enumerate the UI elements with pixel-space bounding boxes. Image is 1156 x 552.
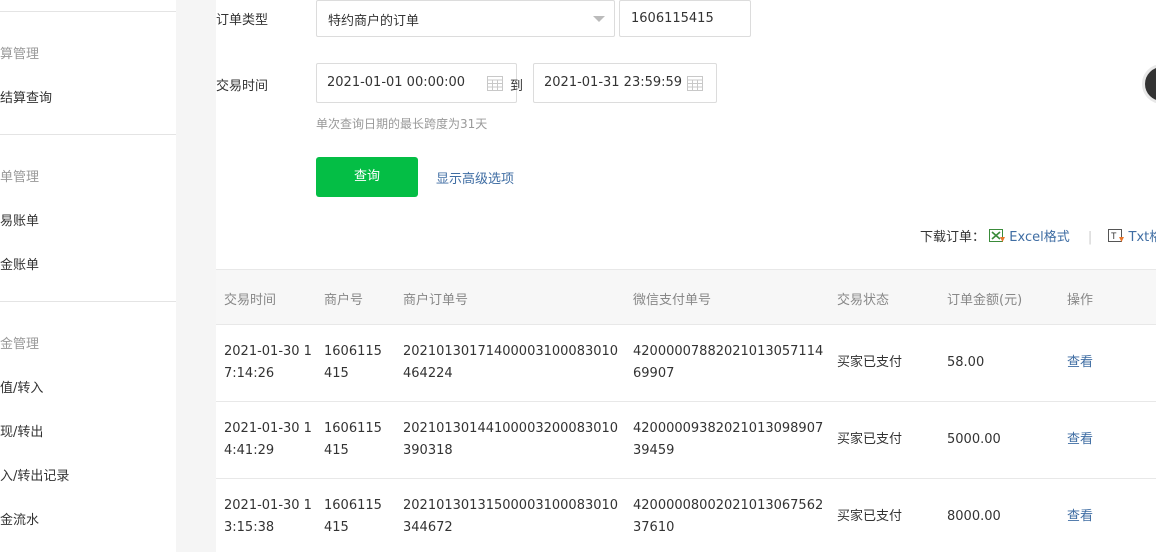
sidebar-item-settled-query[interactable]: 已结算查询	[0, 87, 52, 106]
sidebar: 结算管理 已结算查询 账单管理 交易账单 资金账单 资金管理 充值/转入 提现/…	[0, 0, 176, 552]
sidebar-group-funds: 资金管理	[0, 337, 40, 352]
table-header: 交易时间 商户号 商户订单号 微信支付单号 交易状态 订单金额(元) 操作	[216, 269, 1156, 325]
trade-time-label: 交易时间	[216, 79, 269, 94]
sidebar-divider	[0, 134, 176, 135]
sidebar-divider	[0, 301, 176, 302]
download-divider: |	[1087, 230, 1093, 245]
cell-amount: 5000.00	[947, 432, 1001, 447]
cell-status: 买家已支付	[837, 432, 903, 447]
view-link[interactable]: 查看	[1067, 429, 1093, 451]
view-link[interactable]: 查看	[1067, 352, 1093, 374]
sidebar-group-settlement: 结算管理	[0, 47, 40, 62]
order-type-value: 特约商户的订单	[328, 14, 420, 29]
view-link[interactable]: 查看	[1067, 506, 1093, 528]
cell-order-no: 20210130171400003100083010464224	[403, 344, 619, 381]
cell-status: 买家已支付	[837, 355, 903, 370]
cell-amount: 58.00	[947, 355, 985, 370]
excel-download-link[interactable]: Excel格式	[1009, 230, 1069, 245]
column-header: 交易状态	[837, 293, 890, 308]
sidebar-group-bills: 账单管理	[0, 170, 40, 185]
table-row: 2021-01-30 17:14:26 1606115415 202101301…	[216, 325, 1156, 402]
column-header: 商户号	[324, 293, 364, 308]
end-time-value: 2021-01-31 23:59:59	[544, 75, 683, 90]
sidebar-item-recharge[interactable]: 充值/转入	[0, 377, 43, 396]
column-header: 订单金额(元)	[947, 293, 1023, 308]
svg-text:T: T	[1111, 231, 1117, 241]
cell-status: 买家已支付	[837, 509, 903, 524]
cell-order-no: 20210130144100003200083010390318	[403, 421, 619, 458]
sidebar-item-transfer-records[interactable]: 转入/转出记录	[0, 465, 69, 484]
cell-merchant: 1606115415	[324, 498, 382, 535]
download-bar: 下载订单： Excel格式 | T Txt格	[920, 226, 1156, 245]
cell-time: 2021-01-30 17:14:26	[224, 344, 312, 381]
sidebar-item-fund-flow[interactable]: 资金流水	[0, 509, 39, 528]
merchant-id-input[interactable]: 1606115415	[619, 0, 751, 37]
start-time-value: 2021-01-01 00:00:00	[327, 75, 466, 90]
cell-time: 2021-01-30 14:41:29	[224, 421, 312, 458]
sidebar-item-fund-bill[interactable]: 资金账单	[0, 254, 39, 273]
order-type-select[interactable]: 特约商户的订单	[316, 0, 615, 37]
cell-wx-no: 4200000800202101306756237610	[633, 498, 824, 535]
calendar-icon[interactable]	[487, 75, 503, 91]
cell-amount: 8000.00	[947, 509, 1001, 524]
chevron-down-icon	[593, 16, 605, 22]
column-header: 微信支付单号	[633, 293, 712, 308]
advanced-options-link[interactable]: 显示高级选项	[436, 168, 514, 187]
cell-wx-no: 4200000938202101309890739459	[633, 421, 824, 458]
sidebar-item-withdraw[interactable]: 提现/转出	[0, 421, 43, 440]
column-header: 交易时间	[224, 293, 277, 308]
download-label: 下载订单：	[920, 230, 986, 245]
cell-merchant: 1606115415	[324, 344, 382, 381]
cell-merchant: 1606115415	[324, 421, 382, 458]
layout-gutter	[176, 0, 216, 552]
table-row: 2021-01-30 13:15:38 1606115415 202101301…	[216, 479, 1156, 552]
sidebar-divider	[0, 11, 176, 12]
cell-time: 2021-01-30 13:15:38	[224, 498, 312, 535]
sidebar-item-trade-bill[interactable]: 交易账单	[0, 210, 39, 229]
to-label: 到	[510, 79, 524, 94]
txt-icon: T	[1108, 229, 1125, 242]
main-content: 订单类型 特约商户的订单 1606115415 交易时间 2021-01-01 …	[216, 0, 1156, 552]
date-range-hint: 单次查询日期的最长跨度为31天	[316, 117, 488, 131]
column-header: 操作	[1067, 293, 1094, 308]
excel-icon	[989, 229, 1006, 242]
cell-order-no: 20210130131500003100083010344672	[403, 498, 619, 535]
txt-download-link[interactable]: Txt格	[1129, 230, 1156, 245]
query-button[interactable]: 查询	[316, 157, 418, 197]
end-time-input[interactable]: 2021-01-31 23:59:59	[533, 63, 717, 103]
column-header: 商户订单号	[403, 293, 469, 308]
order-type-label: 订单类型	[216, 13, 269, 28]
cell-wx-no: 4200000788202101305711469907	[633, 344, 824, 381]
table-row: 2021-01-30 14:41:29 1606115415 202101301…	[216, 402, 1156, 479]
start-time-input[interactable]: 2021-01-01 00:00:00	[316, 63, 517, 103]
calendar-icon[interactable]	[687, 75, 703, 91]
